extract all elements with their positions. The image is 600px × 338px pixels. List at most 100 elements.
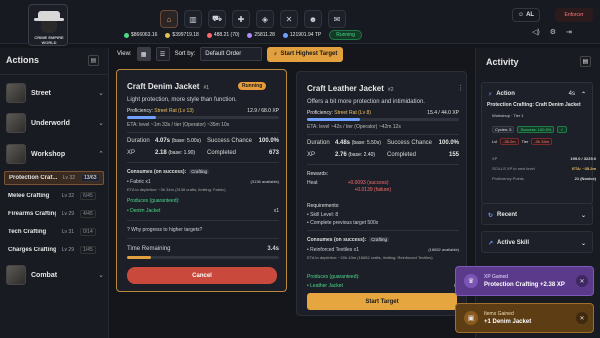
duration-value: 4.07s (base: 5.00s) xyxy=(155,138,207,144)
xp-row: XP 2.76 (base: 2.40) Completed 155 xyxy=(307,152,459,158)
crafting-tag: Crafting xyxy=(189,169,209,174)
crown-icon: ♛ xyxy=(464,274,478,288)
mail-icon[interactable]: ✉ xyxy=(328,10,346,28)
tier-value: -3h 34m xyxy=(531,138,553,145)
completed-value: 673 xyxy=(268,150,279,156)
tier-label: Tier xyxy=(521,139,529,144)
time-remaining-bar xyxy=(127,256,279,259)
sidebar-item-label: Charges Crafting xyxy=(8,247,56,253)
trend-icon: ↗ xyxy=(488,240,494,247)
active-skill-box[interactable]: ↗ Active Skill ⌄ xyxy=(481,231,593,253)
close-icon[interactable]: ✕ xyxy=(576,312,588,324)
sidebar-item-charges-crafting[interactable]: Charges Crafting Lv 29 1/45 xyxy=(4,243,104,257)
currency-bank: $399719.18 xyxy=(165,32,199,38)
duration-value: 4.48s (base: 5.50s) xyxy=(335,140,387,146)
proficiency-key: Proficiency: xyxy=(127,108,153,114)
success-pill: Success: 100.0% xyxy=(517,126,555,133)
toast-items-gained[interactable]: ▣ Items Gained +1 Denim Jacket ✕ xyxy=(455,303,594,333)
sidebar-item-count: 1/45 xyxy=(80,246,96,254)
cart-icon[interactable]: ⛟ xyxy=(208,10,226,28)
category-combat[interactable]: Combat ⌄ xyxy=(6,264,104,286)
consumes-title: Consumes (on success): xyxy=(307,237,367,243)
user-menu-button[interactable]: ☺ AL xyxy=(512,8,540,22)
store-icon[interactable]: ▥ xyxy=(184,10,202,28)
sound-icon[interactable]: ◁) xyxy=(532,28,540,36)
category-underworld[interactable]: Underworld ⌄ xyxy=(6,112,104,134)
produces-title: Produces (guaranteed): xyxy=(307,274,360,280)
sidebar-item-count: 4/45 xyxy=(80,210,96,218)
toast-xp-gained[interactable]: ♛ XP Gained Protection Crafting +2.38 XP… xyxy=(455,266,594,296)
category-street[interactable]: Street ⌄ xyxy=(6,82,104,104)
sort-label: Sort by: xyxy=(174,51,196,57)
category-workshop[interactable]: Workshop ⌃ xyxy=(6,143,104,165)
box-icon[interactable]: ◈ xyxy=(256,10,274,28)
produces-item-row: • Denim Jacket x1 xyxy=(127,208,279,214)
proficiency-bar xyxy=(307,118,459,121)
gear-icon[interactable]: ⚙ xyxy=(550,28,556,36)
collapse-activity-icon[interactable]: ▤ xyxy=(580,56,591,67)
time-remaining-label: Time Remaining xyxy=(127,246,171,252)
sidebar-item-level: Lv 29 xyxy=(61,247,74,253)
produces-item-row: • Leather Jacketx1 xyxy=(307,283,459,289)
actions-sidebar: Actions ▤ Street ⌄ Underworld ⌄ Workshop… xyxy=(0,48,109,338)
gift-icon[interactable]: ✚ xyxy=(232,10,250,28)
grid-view-icon[interactable]: ▦ xyxy=(136,47,151,61)
proficiency-row: Proficiency: Street Rat (Lv 8) 15.4 / 44… xyxy=(307,110,459,116)
produces-item: • Denim Jacket xyxy=(127,208,161,214)
sidebar-item-protection-crafting[interactable]: Protection Craf... Lv 32 13/63 xyxy=(4,171,104,185)
activity-title: Activity xyxy=(486,57,519,67)
why-progress-link[interactable]: ? Why progress to higher targets? xyxy=(127,227,202,233)
duration-number: 4.07s xyxy=(155,138,171,144)
sword-icon[interactable]: ✕ xyxy=(280,10,298,28)
consumes-item: • Fabric x1 xyxy=(127,179,151,185)
card-title: Craft Denim Jacket #1 xyxy=(127,82,209,91)
recent-box[interactable]: ↻ Recent ⌄ xyxy=(481,203,593,225)
list-view-icon[interactable]: ☰ xyxy=(155,47,170,61)
app-logo[interactable]: CRIME EMPIRE WORLD xyxy=(28,4,68,46)
heat-label: Heat xyxy=(307,180,318,186)
xp-number: 2.18 xyxy=(155,150,167,156)
requirements-title: Requirements: xyxy=(307,203,340,209)
sidebar-item-tech-crafting[interactable]: Tech Crafting Lv 31 0/14 xyxy=(4,225,104,239)
requirement-2-text: Complete previous target 500x xyxy=(310,220,379,226)
underworld-category-image xyxy=(6,113,26,133)
success-label: Success Chance xyxy=(207,138,253,144)
start-highest-target-button[interactable]: ⚡ Start Highest Target xyxy=(267,46,344,62)
consumes-section-title: Consumes (on success): Crafting xyxy=(127,169,209,175)
consumes-item: • Reinforced Textiles x1 xyxy=(307,247,359,253)
box-icon: ▣ xyxy=(464,311,478,325)
cancel-button[interactable]: Cancel xyxy=(127,267,277,284)
sidebar-item-level: Lv 32 xyxy=(61,193,74,199)
toast-body: Protection Crafting +2.38 XP xyxy=(484,282,565,288)
completed-label: Completed xyxy=(207,150,237,156)
start-target-button[interactable]: Start Target xyxy=(307,293,457,310)
produces-item: • Leather Jacket xyxy=(307,283,343,289)
sidebar-item-melee-crafting[interactable]: Melee Crafting Lv 32 6/45 xyxy=(4,189,104,203)
main-nav: ⌂ ▥ ⛟ ✚ ◈ ✕ ☻ ✉ xyxy=(160,10,346,28)
duration-row: Duration 4.07s (base: 5.00s) Success Cha… xyxy=(127,138,279,144)
eta-row: SCILLS XP to next level ETA: ~35.2m xyxy=(492,166,596,171)
lvl-label: Lvl xyxy=(492,139,498,144)
produces-qty: x1 xyxy=(273,208,279,214)
logout-icon[interactable]: ⇥ xyxy=(566,28,572,36)
top-bar: CRIME EMPIRE WORLD ⌂ ▥ ⛟ ✚ ◈ ✕ ☻ ✉ $8660… xyxy=(0,0,600,46)
card-description: Light protection, more style than functi… xyxy=(127,97,237,103)
sidebar-item-count: 6/45 xyxy=(80,192,96,200)
proficiency-fill xyxy=(307,118,361,121)
chevron-down-icon: ⌄ xyxy=(580,240,586,247)
produces-item-text: Denim Jacket xyxy=(130,208,161,214)
sidebar-item-firearms-crafting[interactable]: Firearms Crafting Lv 29 4/45 xyxy=(4,207,104,221)
role-badge[interactable]: Enforcer xyxy=(555,8,593,22)
card-menu-icon[interactable]: ⋮ xyxy=(457,84,464,92)
home-icon[interactable]: ⌂ xyxy=(160,10,178,28)
users-icon[interactable]: ☻ xyxy=(304,10,322,28)
collapse-sidebar-icon[interactable]: ▤ xyxy=(88,55,99,66)
proficiency-value: 12.9 / 68.0 XP xyxy=(247,108,279,114)
divider xyxy=(307,134,459,135)
sort-select[interactable]: Default Order xyxy=(200,47,263,61)
consumes-item-row: • Fabric x1 (3136 available) xyxy=(127,179,279,185)
close-icon[interactable]: ✕ xyxy=(576,275,588,287)
proficiency-label: Proficiency Points xyxy=(492,176,524,181)
why-progress-text: Why progress to higher targets? xyxy=(131,227,203,233)
heat-success: +0.0093 (success) xyxy=(347,180,389,186)
